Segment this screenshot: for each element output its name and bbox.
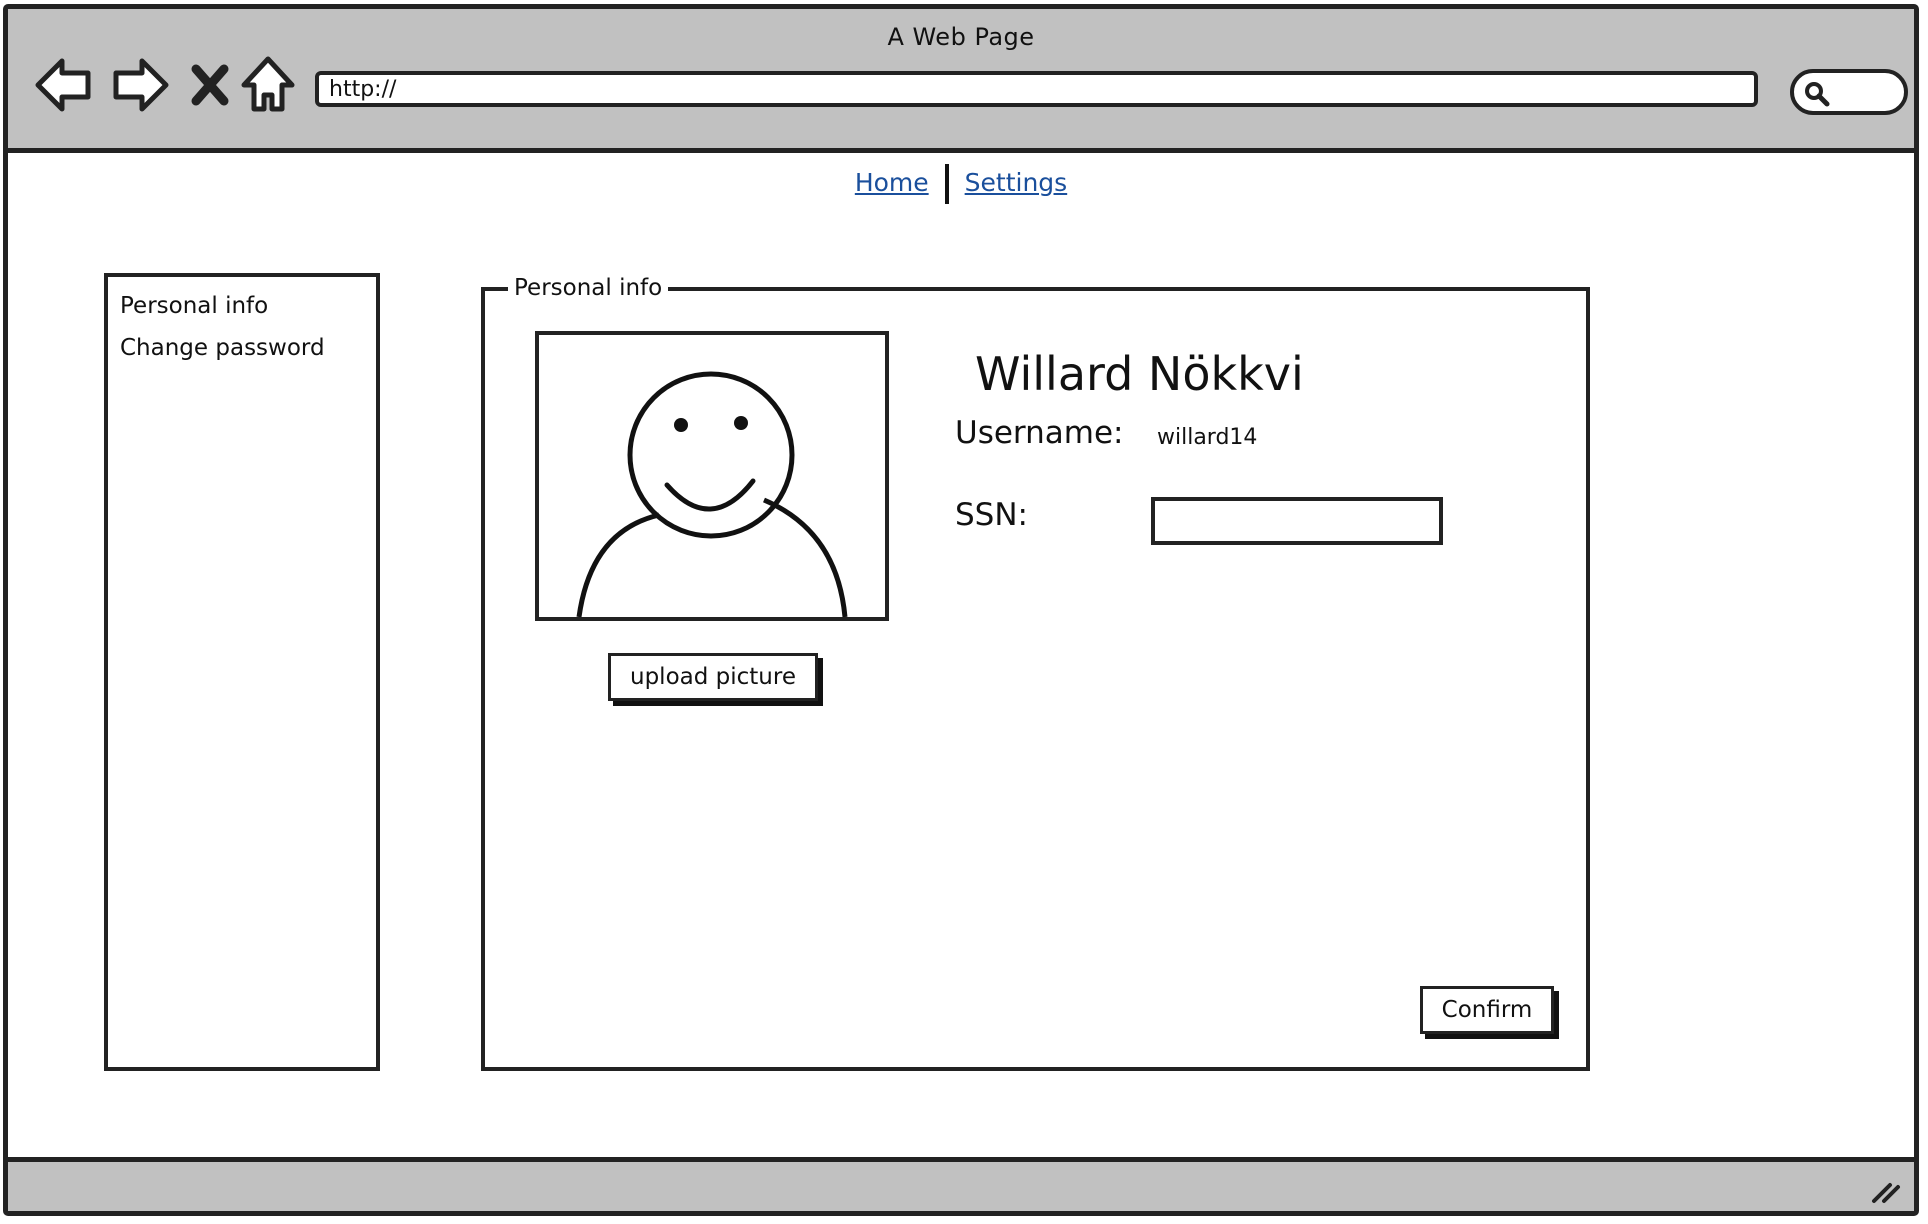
panel-title: Personal info — [508, 271, 669, 305]
back-arrow-icon[interactable] — [34, 53, 94, 117]
sidebar-item-personal-info[interactable]: Personal info — [120, 285, 364, 327]
upload-picture-button[interactable]: upload picture — [608, 653, 818, 701]
resize-grip-icon[interactable] — [1868, 1175, 1904, 1205]
search-icon — [1805, 82, 1830, 107]
browser-toolbar: A Web Page — [8, 9, 1914, 153]
user-full-name: Willard Nökkvi — [975, 347, 1304, 401]
address-bar[interactable] — [315, 71, 1758, 107]
personal-info-panel: Personal info upload picture Willard Nök… — [481, 271, 1590, 1071]
home-icon[interactable] — [240, 53, 296, 117]
user-avatar-icon — [576, 371, 848, 617]
nav-link-home[interactable]: Home — [855, 168, 929, 197]
ssn-label: SSN: — [955, 497, 1028, 533]
search-box[interactable] — [1790, 69, 1908, 115]
stop-icon[interactable] — [188, 53, 232, 117]
window-title: A Web Page — [887, 23, 1035, 51]
username-value: willard14 — [1157, 425, 1258, 450]
sidebar: Personal info Change password — [104, 273, 380, 1071]
forward-arrow-icon[interactable] — [110, 53, 170, 117]
top-navigation: Home Settings — [8, 164, 1914, 204]
profile-picture — [535, 331, 889, 621]
sidebar-item-change-password[interactable]: Change password — [120, 327, 364, 369]
ssn-field[interactable] — [1151, 497, 1443, 545]
browser-window: A Web Page Home Settings Personal info Ch… — [3, 4, 1919, 1216]
confirm-button[interactable]: Confirm — [1420, 986, 1554, 1034]
nav-separator — [944, 164, 949, 204]
nav-link-settings[interactable]: Settings — [965, 168, 1068, 197]
status-bar — [8, 1157, 1914, 1211]
username-label: Username: — [955, 415, 1124, 451]
